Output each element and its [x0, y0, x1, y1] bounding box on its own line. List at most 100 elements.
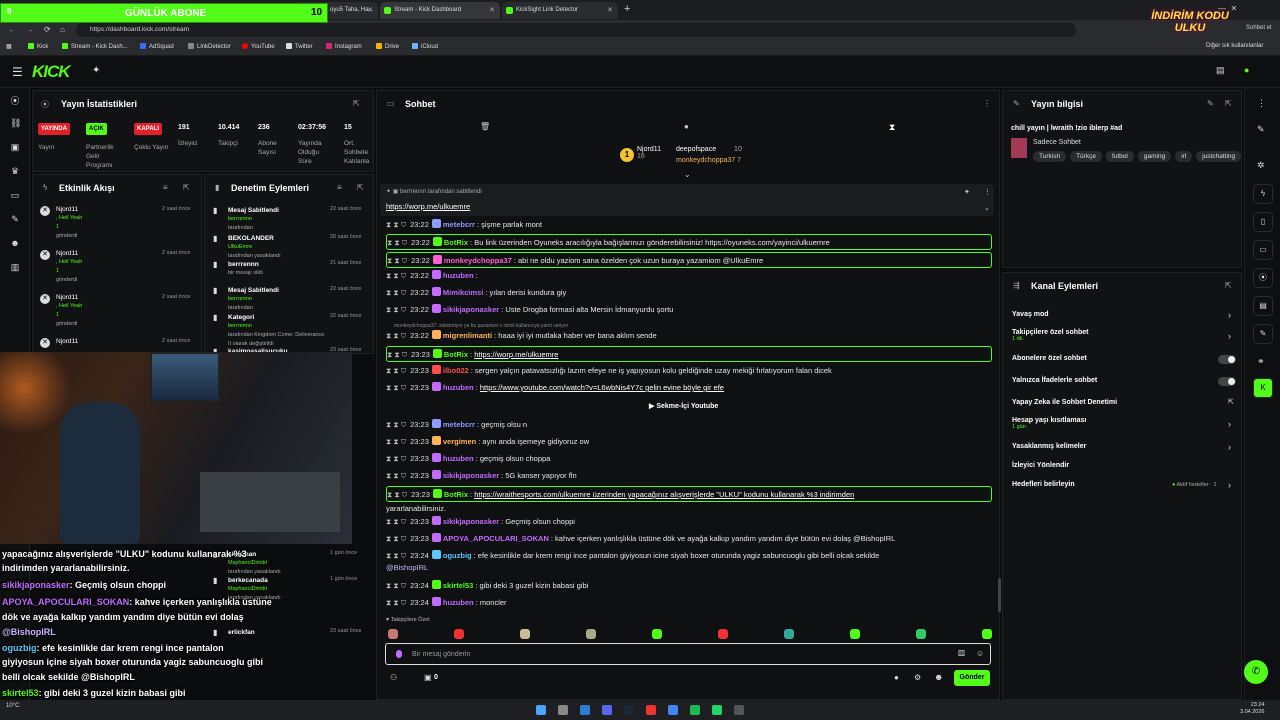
- floating-chat-button[interactable]: ✆: [1244, 660, 1268, 684]
- stream-tag[interactable]: gaming: [1137, 151, 1172, 162]
- edit-icon[interactable]: ✎: [1257, 124, 1265, 135]
- chat-username[interactable]: huzuben: [443, 454, 474, 463]
- message-actions-icon[interactable]: ⧗ ⧗ ⛉: [386, 551, 406, 560]
- profile-icon[interactable]: ●: [1244, 65, 1249, 75]
- popout-icon[interactable]: ⇱: [1225, 99, 1232, 108]
- category-name[interactable]: Sadece Sohbet: [1033, 139, 1081, 146]
- channel-action[interactable]: Hesap yaşı kısıtlaması 1 gün: [1012, 417, 1086, 430]
- chat-username[interactable]: metebcrr: [443, 220, 475, 229]
- spotify-icon[interactable]: [690, 705, 700, 715]
- message-actions-icon[interactable]: ⧗ ⧗ ⛉: [386, 220, 406, 229]
- chat-username[interactable]: migrenlimanti: [443, 331, 492, 340]
- popout-icon[interactable]: ⇱: [357, 183, 364, 192]
- mod-by[interactable]: berrrennn: [228, 215, 328, 224]
- channel-action[interactable]: İzleyici Yönlendir: [1012, 462, 1069, 469]
- smile-icon[interactable]: ☺: [976, 649, 984, 658]
- external-link-icon[interactable]: ⇱: [1228, 398, 1234, 406]
- app-icon[interactable]: [646, 705, 656, 715]
- menu-icon[interactable]: ☰: [12, 65, 23, 79]
- link-icon[interactable]: ⛓: [10, 118, 21, 128]
- more-icon[interactable]: ⋮: [984, 188, 991, 196]
- bookmark-youtube[interactable]: YouTube: [242, 43, 275, 50]
- rail-chat-button[interactable]: ▭: [1253, 240, 1273, 260]
- clock[interactable]: 23:24 3.04.2026: [1240, 702, 1264, 716]
- whatsapp-icon[interactable]: [712, 705, 722, 715]
- other-bookmarks[interactable]: Diğer sık kullanılanlar: [1206, 43, 1263, 49]
- chat-username[interactable]: oguzbig: [443, 551, 472, 560]
- message-actions-icon[interactable]: ⧗ ⧗ ⛉: [386, 288, 406, 297]
- emote-icon[interactable]: [454, 629, 464, 639]
- rail-phone-button[interactable]: ▯: [1253, 212, 1273, 232]
- stream-tag[interactable]: futbol: [1105, 151, 1134, 162]
- bookmark-instagram[interactable]: Instagram: [326, 43, 362, 50]
- activity-user[interactable]: Njord11: [56, 293, 82, 302]
- chevron-right-icon[interactable]: ›: [1228, 480, 1231, 490]
- bookmark-icloud[interactable]: iCloud: [412, 43, 438, 50]
- bookmark-kick[interactable]: Kick: [28, 43, 48, 50]
- chevron-right-icon[interactable]: ›: [1228, 331, 1231, 341]
- channel-action[interactable]: Takipçilere özel sohbet 1 dk.: [1012, 329, 1089, 342]
- stream-tag[interactable]: Turkish: [1033, 151, 1067, 162]
- channel-action[interactable]: Yavaş mod: [1012, 311, 1049, 318]
- weather-widget[interactable]: 10°C: [6, 703, 19, 709]
- filter-icon[interactable]: ≡: [163, 183, 168, 192]
- message-actions-icon[interactable]: ⧗ ⧗ ⛉: [387, 256, 407, 265]
- unpin-icon[interactable]: ✦: [964, 188, 970, 196]
- chevron-right-icon[interactable]: ›: [1228, 419, 1231, 429]
- apps-icon[interactable]: ▦: [6, 43, 12, 50]
- mod-by[interactable]: MayhanciDimitri: [228, 585, 328, 594]
- expand-icon[interactable]: ⌄: [684, 170, 691, 179]
- emote-icon[interactable]: [850, 629, 860, 639]
- chat-username[interactable]: huzuben: [443, 271, 474, 280]
- mod-action[interactable]: berkecanada: [228, 576, 328, 585]
- chat-username[interactable]: metebcrr: [443, 420, 475, 429]
- layout-icon[interactable]: ▤: [1216, 65, 1225, 76]
- hourglass-icon[interactable]: ⧗: [889, 122, 895, 133]
- chat-username[interactable]: BotRix: [444, 350, 468, 359]
- message-actions-icon[interactable]: ⧗ ⧗ ⛉: [386, 383, 406, 392]
- chat-username[interactable]: ilbo022: [443, 366, 469, 375]
- activity-user[interactable]: Njord11: [56, 205, 82, 214]
- mod-action[interactable]: Kategori: [228, 313, 328, 322]
- message-actions-icon[interactable]: ⧗ ⧗ ⛉: [386, 271, 406, 280]
- emote-icon[interactable]: [784, 629, 794, 639]
- emote-icon[interactable]: [388, 629, 398, 639]
- send-button[interactable]: Gönder: [954, 670, 990, 686]
- message-actions-icon[interactable]: ⧗ ⧗ ⛉: [387, 350, 407, 359]
- rail-tool-button[interactable]: ✎: [1253, 324, 1273, 344]
- back-icon[interactable]: ←: [8, 25, 16, 34]
- channel-action[interactable]: Yapay Zeka ile Sohbet Denetimi: [1012, 399, 1117, 406]
- chat-username[interactable]: APOYA_APOCULARI_SOKAN: [443, 534, 549, 543]
- chevron-right-icon[interactable]: ›: [1228, 442, 1231, 452]
- chat-settings-bubble-icon[interactable]: ●: [894, 673, 899, 682]
- bookmark-stream[interactable]: Stream - Kick Dash...: [62, 43, 128, 50]
- bookmark-adsquad[interactable]: AdSquad: [140, 43, 174, 50]
- url-input[interactable]: https://dashboard.kick.com/stream: [76, 23, 1076, 37]
- chat-username[interactable]: BotRix: [444, 490, 468, 499]
- toggle-switch[interactable]: [1218, 355, 1236, 364]
- message-actions-icon[interactable]: ⧗ ⧗ ⛉: [386, 517, 406, 526]
- chat-username[interactable]: sikikjaponasker: [443, 517, 499, 526]
- kick-logo[interactable]: KICK: [32, 62, 71, 82]
- reload-icon[interactable]: ⟳: [44, 25, 51, 34]
- start-icon[interactable]: [536, 705, 546, 715]
- activity-user[interactable]: Njord11: [56, 337, 78, 346]
- new-tab-icon[interactable]: +: [624, 3, 630, 15]
- search-icon[interactable]: [558, 705, 568, 715]
- trophy-icon[interactable]: ♛: [10, 166, 20, 176]
- close-icon[interactable]: ✕: [489, 6, 495, 14]
- message-actions-icon[interactable]: ⧗ ⧗ ⛉: [386, 366, 406, 375]
- message-actions-icon[interactable]: ⧗ ⧗ ⛉: [386, 471, 406, 480]
- toggle-switch[interactable]: [1218, 377, 1236, 386]
- mod-action[interactable]: Mesaj Sabitlendi: [228, 286, 328, 295]
- emote-icon[interactable]: [916, 629, 926, 639]
- channel-action[interactable]: Yalnızca İfadelerle sohbet: [1012, 377, 1097, 384]
- stream-tag[interactable]: justchatting: [1196, 151, 1242, 162]
- edge-icon[interactable]: [580, 705, 590, 715]
- obs-icon[interactable]: [734, 705, 744, 715]
- users-icon[interactable]: ☻: [934, 672, 943, 682]
- rail-list-button[interactable]: ▤: [1253, 296, 1273, 316]
- stream-tag[interactable]: Türkçe: [1070, 151, 1102, 162]
- youtube-embed-label[interactable]: ▶ Sekme-İçi Youtube: [649, 402, 718, 410]
- library-icon[interactable]: ▥: [10, 262, 20, 272]
